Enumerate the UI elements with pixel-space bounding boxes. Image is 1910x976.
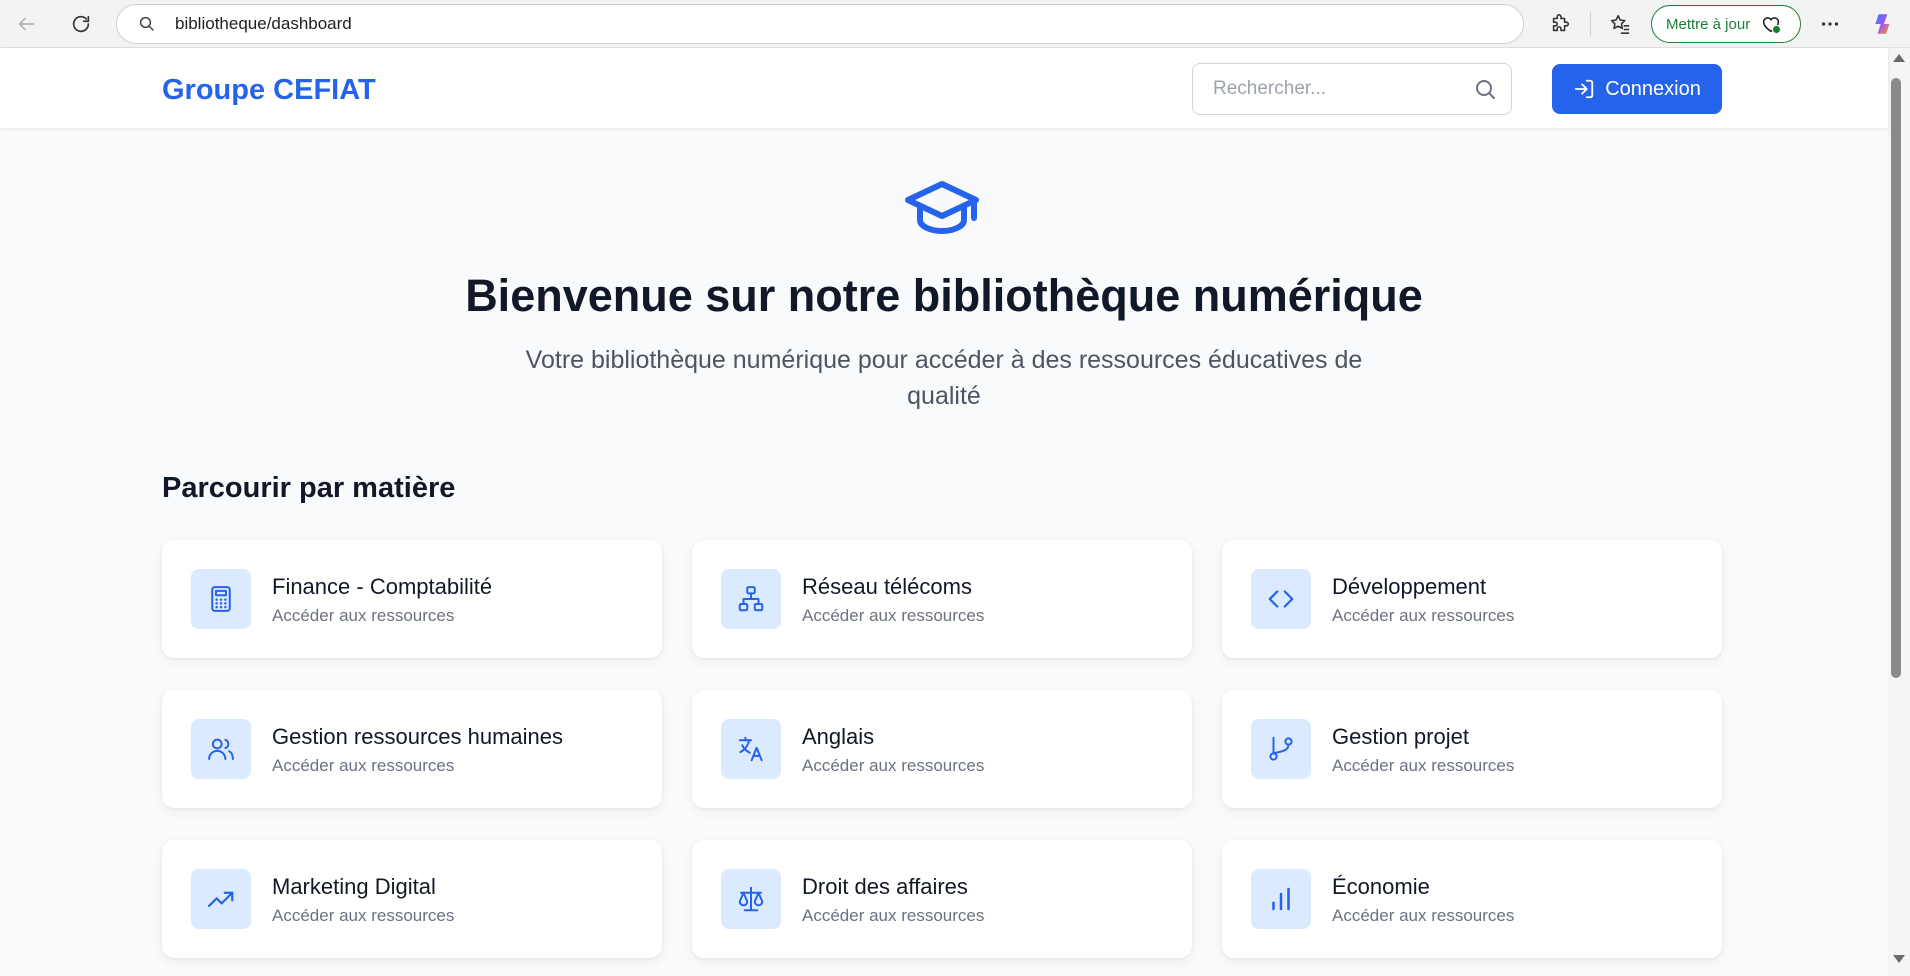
network-icon	[721, 569, 781, 629]
subject-subtitle: Accéder aux ressources	[1332, 906, 1515, 925]
reload-icon	[72, 15, 90, 33]
browser-toolbar: bibliotheque/dashboard Mettre à jour	[0, 0, 1910, 48]
puzzle-icon	[1552, 14, 1570, 32]
calculator-icon	[191, 569, 251, 629]
users-icon	[191, 719, 251, 779]
hero-title: Bienvenue sur notre bibliothèque numériq…	[465, 270, 1423, 321]
arrow-left-icon	[18, 17, 35, 31]
hero-subtitle: Votre bibliothèque numérique pour accéde…	[525, 346, 1363, 410]
subject-card-droit[interactable]: Droit des affaires Accéder aux ressource…	[692, 840, 1192, 958]
subject-card-rh[interactable]: Gestion ressources humaines Accéder aux …	[162, 690, 662, 808]
code-icon	[1251, 569, 1311, 629]
brand-logo-text[interactable]: Groupe CEFIAT	[162, 74, 376, 107]
subject-card-anglais[interactable]: Anglais Accéder aux ressources	[692, 690, 1192, 808]
app-header: Groupe CEFIAT Connexion	[0, 48, 1888, 128]
bar-chart-icon	[1251, 869, 1311, 929]
extensions-button[interactable]	[1542, 6, 1578, 42]
copilot-button[interactable]	[1866, 6, 1902, 42]
login-label: Connexion	[1605, 77, 1701, 100]
section-title: Parcourir par matière	[162, 472, 456, 504]
update-button[interactable]: Mettre à jour	[1651, 5, 1801, 43]
git-branch-icon	[1251, 719, 1311, 779]
ellipsis-icon	[1821, 22, 1839, 26]
subject-title: Finance - Comptabilité	[272, 574, 493, 599]
subject-card-developpement[interactable]: Développement Accéder aux ressources	[1222, 540, 1722, 658]
subject-card-economie[interactable]: Économie Accéder aux ressources	[1222, 840, 1722, 958]
favorites-button[interactable]	[1602, 6, 1638, 42]
toolbar-divider	[1590, 12, 1591, 36]
subject-title: Anglais	[802, 724, 875, 749]
subject-card-reseau[interactable]: Réseau télécoms Accéder aux ressources	[692, 540, 1192, 658]
subject-subtitle: Accéder aux ressources	[272, 606, 455, 625]
trending-up-icon	[191, 869, 251, 929]
address-bar[interactable]: bibliotheque/dashboard	[116, 4, 1524, 44]
subject-card-gestion-projet[interactable]: Gestion projet Accéder aux ressources	[1222, 690, 1722, 808]
subject-subtitle: Accéder aux ressources	[802, 606, 985, 625]
subject-subtitle: Accéder aux ressources	[272, 906, 455, 925]
subject-subtitle: Accéder aux ressources	[802, 756, 985, 775]
scale-icon	[721, 869, 781, 929]
subject-title: Développement	[1332, 574, 1487, 599]
subject-title: Réseau télécoms	[802, 574, 972, 599]
subject-title: Gestion projet	[1332, 724, 1469, 749]
subject-subtitle: Accéder aux ressources	[802, 906, 985, 925]
subject-subtitle: Accéder aux ressources	[1332, 606, 1515, 625]
scroll-down-arrow[interactable]	[1893, 955, 1905, 963]
search-box[interactable]	[1192, 63, 1512, 115]
graduation-cap-icon	[905, 181, 979, 234]
subject-title: Marketing Digital	[272, 874, 436, 899]
login-button[interactable]: Connexion	[1552, 64, 1722, 114]
subject-card-finance[interactable]: Finance - Comptabilité Accéder aux resso…	[162, 540, 662, 658]
subject-subtitle: Accéder aux ressources	[272, 756, 455, 775]
log-in-icon	[1575, 79, 1594, 99]
url-text: bibliotheque/dashboard	[175, 14, 352, 33]
update-label: Mettre à jour	[1666, 15, 1751, 33]
search-icon[interactable]	[1473, 77, 1497, 101]
subject-title: Gestion ressources humaines	[272, 724, 564, 749]
reload-button[interactable]	[63, 6, 99, 42]
scrollbar-thumb[interactable]	[1891, 78, 1901, 678]
subject-card-marketing[interactable]: Marketing Digital Accéder aux ressources	[162, 840, 662, 958]
copilot-icon	[1875, 14, 1890, 34]
star-list-icon	[1610, 14, 1630, 34]
scroll-up-arrow[interactable]	[1893, 54, 1905, 62]
search-icon	[137, 14, 157, 34]
languages-icon	[721, 719, 781, 779]
subject-title: Économie	[1332, 874, 1430, 899]
back-button[interactable]	[8, 6, 44, 42]
search-input[interactable]	[1193, 64, 1453, 113]
subject-title: Droit des affaires	[802, 874, 968, 899]
more-options-button[interactable]	[1812, 6, 1848, 42]
heart-update-icon	[1760, 13, 1782, 35]
subject-subtitle: Accéder aux ressources	[1332, 756, 1515, 775]
